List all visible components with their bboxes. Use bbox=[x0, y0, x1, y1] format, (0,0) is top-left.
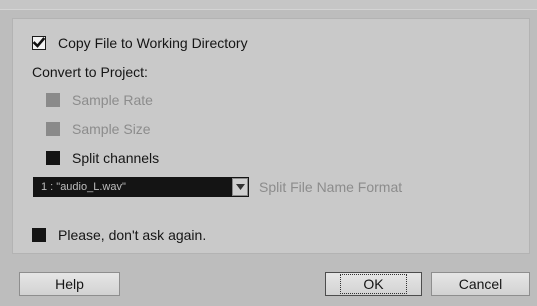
dont-ask-checkbox[interactable] bbox=[32, 228, 46, 242]
split-file-dropdown-button bbox=[232, 178, 248, 196]
sample-rate-label: Sample Rate bbox=[72, 92, 153, 108]
sample-rate-option: Sample Rate bbox=[46, 92, 153, 108]
options-panel: Copy File to Working Directory Convert t… bbox=[12, 18, 530, 254]
help-button[interactable]: Help bbox=[19, 272, 120, 296]
dialog-top-border bbox=[0, 0, 537, 10]
ok-button-label: OK bbox=[340, 274, 407, 294]
split-channels-option[interactable]: Split channels bbox=[46, 150, 159, 166]
convert-heading-row: Convert to Project: bbox=[32, 64, 148, 80]
help-button-label: Help bbox=[55, 276, 84, 292]
cancel-button[interactable]: Cancel bbox=[431, 272, 530, 296]
copy-file-label: Copy File to Working Directory bbox=[58, 35, 248, 51]
chevron-down-icon bbox=[235, 184, 245, 190]
dont-ask-label: Please, don't ask again. bbox=[58, 227, 207, 243]
sample-size-option: Sample Size bbox=[46, 121, 151, 137]
split-channels-checkbox[interactable] bbox=[46, 151, 60, 165]
sample-size-checkbox bbox=[46, 122, 60, 136]
sample-size-label: Sample Size bbox=[72, 121, 151, 137]
split-channels-label: Split channels bbox=[72, 150, 160, 166]
copy-file-option[interactable]: Copy File to Working Directory bbox=[32, 35, 248, 51]
import-options-dialog: Copy File to Working Directory Convert t… bbox=[0, 0, 537, 306]
split-file-select: 1 : "audio_L.wav" bbox=[33, 177, 249, 197]
split-file-name-format-label: Split File Name Format bbox=[259, 179, 403, 195]
convert-to-project-heading: Convert to Project: bbox=[32, 64, 148, 80]
ok-button[interactable]: OK bbox=[325, 272, 422, 296]
checkmark-icon bbox=[33, 37, 45, 48]
cancel-button-label: Cancel bbox=[458, 276, 503, 292]
split-file-select-value: 1 : "audio_L.wav" bbox=[41, 181, 126, 193]
dont-ask-option[interactable]: Please, don't ask again. bbox=[32, 227, 206, 243]
copy-file-checkbox[interactable] bbox=[32, 36, 46, 50]
sample-rate-checkbox bbox=[46, 93, 60, 107]
